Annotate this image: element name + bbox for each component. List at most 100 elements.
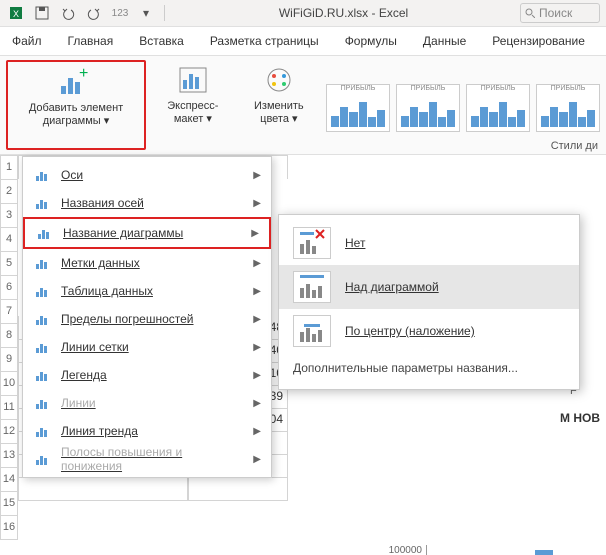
row-header[interactable]: 6 — [0, 276, 18, 300]
svg-text:X: X — [13, 9, 19, 19]
menu-item-1[interactable]: Названия осей▶ — [23, 189, 271, 217]
chart-plot — [426, 545, 602, 555]
tab-file[interactable]: Файл — [10, 30, 44, 52]
menu-item-10: Полосы повышения и понижения▶ — [23, 445, 271, 473]
submenu-more-options[interactable]: Дополнительные параметры названия... — [279, 353, 579, 383]
cell[interactable] — [188, 477, 288, 501]
chevron-right-icon: ▶ — [253, 286, 261, 297]
row-headers: 1 2 3 4 5 6 7 8 9 10 11 12 13 14 15 16 — [0, 155, 18, 540]
title-bar: X 123 ▾ WiFiGiD.RU.xlsx - Excel Поиск — [0, 0, 606, 27]
row-header[interactable]: 5 — [0, 252, 18, 276]
menu-label: Название диаграммы — [63, 226, 241, 240]
menu-item-0[interactable]: Оси ▶ — [23, 161, 271, 189]
menu-label: Линии сетки — [61, 340, 243, 354]
submenu-none[interactable]: Нет — [279, 221, 579, 265]
row-header[interactable]: 16 — [0, 516, 18, 540]
chart-element-menu: Оси▶Названия осей▶Название диаграммы▶Мет… — [22, 156, 272, 478]
menu-item-3[interactable]: Метки данных▶ — [23, 249, 271, 277]
tab-insert[interactable]: Вставка — [137, 30, 186, 52]
tab-page-layout[interactable]: Разметка страницы — [208, 30, 321, 52]
add-chart-element-button[interactable]: + Добавить элемент диаграммы ▾ — [6, 60, 146, 150]
chart-style-4[interactable]: ПРИБЫЛЬ — [536, 84, 600, 132]
ribbon: + Добавить элемент диаграммы ▾ Экспресс-… — [0, 56, 606, 155]
excel-app-icon[interactable]: X — [6, 3, 26, 23]
tab-formulas[interactable]: Формулы — [343, 30, 399, 52]
format-icon[interactable]: 123 — [110, 3, 130, 23]
quick-layout-label: Экспресс-макет ▾ — [158, 100, 228, 126]
search-icon — [525, 8, 535, 18]
svg-text:+: + — [79, 68, 88, 82]
chevron-right-icon: ▶ — [253, 342, 261, 353]
add-chart-element-label: Добавить элемент диаграммы ▾ — [12, 102, 140, 128]
menu-label: Пределы погрешностей — [61, 312, 243, 326]
redo-icon[interactable] — [84, 3, 104, 23]
row-header[interactable]: 8 — [0, 324, 18, 348]
chart-icon — [33, 166, 51, 184]
row-header[interactable]: 13 — [0, 444, 18, 468]
chevron-right-icon: ▶ — [251, 228, 259, 239]
row-header[interactable]: 12 — [0, 420, 18, 444]
save-icon[interactable] — [32, 3, 52, 23]
row-header[interactable]: 3 — [0, 204, 18, 228]
chevron-right-icon: ▶ — [253, 258, 261, 269]
chart-style-1[interactable]: ПРИБЫЛЬ — [326, 84, 390, 132]
embedded-chart[interactable]: 100000 50000 0 ЯнварьФевральМартАпрельМа… — [382, 545, 602, 555]
none-icon — [293, 227, 331, 259]
row-header[interactable]: 1 — [0, 155, 18, 180]
menu-item-6[interactable]: Линии сетки ▶ — [23, 333, 271, 361]
menu-label: Названия осей — [61, 196, 243, 210]
change-colors-button[interactable]: Изменить цвета ▾ — [240, 60, 318, 150]
menu-item-2[interactable]: Название диаграммы ▶ — [23, 217, 271, 249]
menu-item-9[interactable]: Линия тренда▶ — [23, 417, 271, 445]
submenu-label: Над диаграммой — [345, 280, 565, 294]
window-title: WiFiGiD.RU.xlsx - Excel — [173, 6, 514, 20]
menu-item-7[interactable]: Легенда▶ — [23, 361, 271, 389]
chart-icon — [33, 366, 51, 384]
styles-group-label: Стили ди — [551, 140, 598, 152]
chevron-right-icon: ▶ — [253, 170, 261, 181]
row-header[interactable]: 11 — [0, 396, 18, 420]
chart-styles: ПРИБЫЛЬ ПРИБЫЛЬ ПРИБЫЛЬ ПРИБЫЛЬ — [326, 60, 600, 150]
tab-data[interactable]: Данные — [421, 30, 468, 52]
change-colors-label: Изменить цвета ▾ — [244, 100, 314, 126]
ribbon-tabs: Файл Главная Вставка Разметка страницы Ф… — [0, 27, 606, 56]
row-header[interactable]: 2 — [0, 180, 18, 204]
chart-style-2[interactable]: ПРИБЫЛЬ — [396, 84, 460, 132]
search-input[interactable]: Поиск — [520, 3, 600, 23]
menu-item-5[interactable]: Пределы погрешностей▶ — [23, 305, 271, 333]
submenu-above[interactable]: Над диаграммой — [279, 265, 579, 309]
cell[interactable] — [18, 477, 188, 501]
chevron-right-icon: ▶ — [253, 398, 261, 409]
row-header[interactable]: 7 — [0, 300, 18, 324]
chart-style-3[interactable]: ПРИБЫЛЬ — [466, 84, 530, 132]
row-header[interactable]: 9 — [0, 348, 18, 372]
centered-icon — [293, 315, 331, 347]
menu-item-4[interactable]: Таблица данных▶ — [23, 277, 271, 305]
submenu-label: Нет — [345, 236, 565, 250]
search-placeholder: Поиск — [539, 6, 572, 20]
chart-icon — [33, 338, 51, 356]
row-header[interactable]: 14 — [0, 468, 18, 492]
menu-item-8: Линии ▶ — [23, 389, 271, 417]
row-header[interactable]: 10 — [0, 372, 18, 396]
menu-label: Линии — [61, 396, 243, 410]
menu-label: Линия тренда — [61, 424, 243, 438]
change-colors-icon — [261, 62, 297, 98]
submenu-centered[interactable]: По центру (наложение) — [279, 309, 579, 353]
row-header[interactable]: 15 — [0, 492, 18, 516]
undo-icon[interactable] — [58, 3, 78, 23]
tab-review[interactable]: Рецензирование — [490, 30, 587, 52]
quick-layout-button[interactable]: Экспресс-макет ▾ — [154, 60, 232, 150]
menu-label: Легенда — [61, 368, 243, 382]
quick-layout-icon — [175, 62, 211, 98]
separator — [164, 5, 165, 21]
tab-home[interactable]: Главная — [66, 30, 116, 52]
chart-icon — [33, 282, 51, 300]
chart-icon — [33, 450, 51, 468]
row-header[interactable]: 4 — [0, 228, 18, 252]
more-icon[interactable]: ▾ — [136, 3, 156, 23]
chart-icon — [33, 310, 51, 328]
menu-label: Оси — [61, 168, 243, 182]
chart-icon — [33, 394, 51, 412]
chart-bar — [535, 550, 553, 555]
